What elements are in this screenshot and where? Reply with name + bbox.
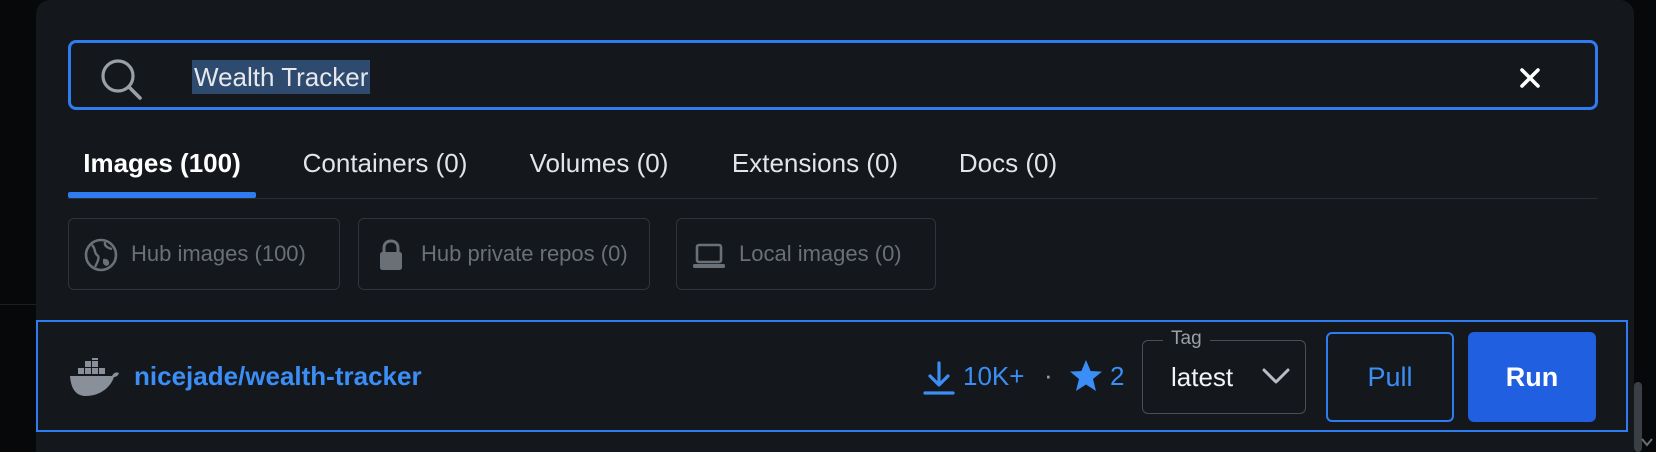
filter-label: Hub private repos (0) (421, 241, 628, 266)
tab-containers[interactable]: Containers (0) (290, 140, 480, 196)
chevron-down-icon (1262, 368, 1290, 384)
search-icon (101, 59, 142, 100)
repo-name-link[interactable]: nicejade/wealth-tracker (134, 322, 422, 430)
search-modal: Wealth Tracker Images (100) Containers (… (36, 0, 1634, 452)
tab-extensions[interactable]: Extensions (0) (720, 140, 910, 196)
search-input[interactable]: Wealth Tracker (192, 60, 371, 94)
stat-separator: · (1044, 360, 1053, 390)
tag-select-value: latest (1171, 362, 1234, 392)
tag-select[interactable]: Tag latest (1142, 327, 1306, 414)
star-count: 2 (1110, 361, 1125, 391)
scroll-down-arrow-icon[interactable] (1640, 436, 1654, 448)
close-icon[interactable] (1519, 67, 1541, 89)
result-tabs: Images (100) Containers (0) Volumes (0) … (68, 140, 1598, 199)
run-button[interactable]: Run (1468, 332, 1596, 422)
filter-local-images[interactable]: Local images (0) (676, 218, 936, 290)
search-box[interactable]: Wealth Tracker (68, 40, 1598, 110)
image-result-row[interactable]: nicejade/wealth-tracker 10K+ · 2 Tag lat… (36, 320, 1628, 432)
download-icon (923, 361, 955, 395)
tab-docs[interactable]: Docs (0) (948, 140, 1068, 196)
pull-button[interactable]: Pull (1326, 332, 1454, 422)
backdrop-divider (0, 304, 36, 305)
lock-icon (380, 239, 402, 270)
star-icon (1070, 360, 1102, 391)
filter-label: Local images (0) (739, 241, 902, 266)
filter-label: Hub images (100) (131, 241, 306, 266)
pull-count: 10K+ (963, 361, 1025, 391)
filter-hub-private-repos[interactable]: Hub private repos (0) (358, 218, 650, 290)
docker-whale-icon (70, 358, 119, 396)
filter-hub-images[interactable]: Hub images (100) (68, 218, 340, 290)
tab-images[interactable]: Images (100) (68, 140, 256, 198)
globe-icon (84, 238, 118, 272)
laptop-icon (693, 243, 725, 268)
tab-volumes[interactable]: Volumes (0) (518, 140, 680, 196)
